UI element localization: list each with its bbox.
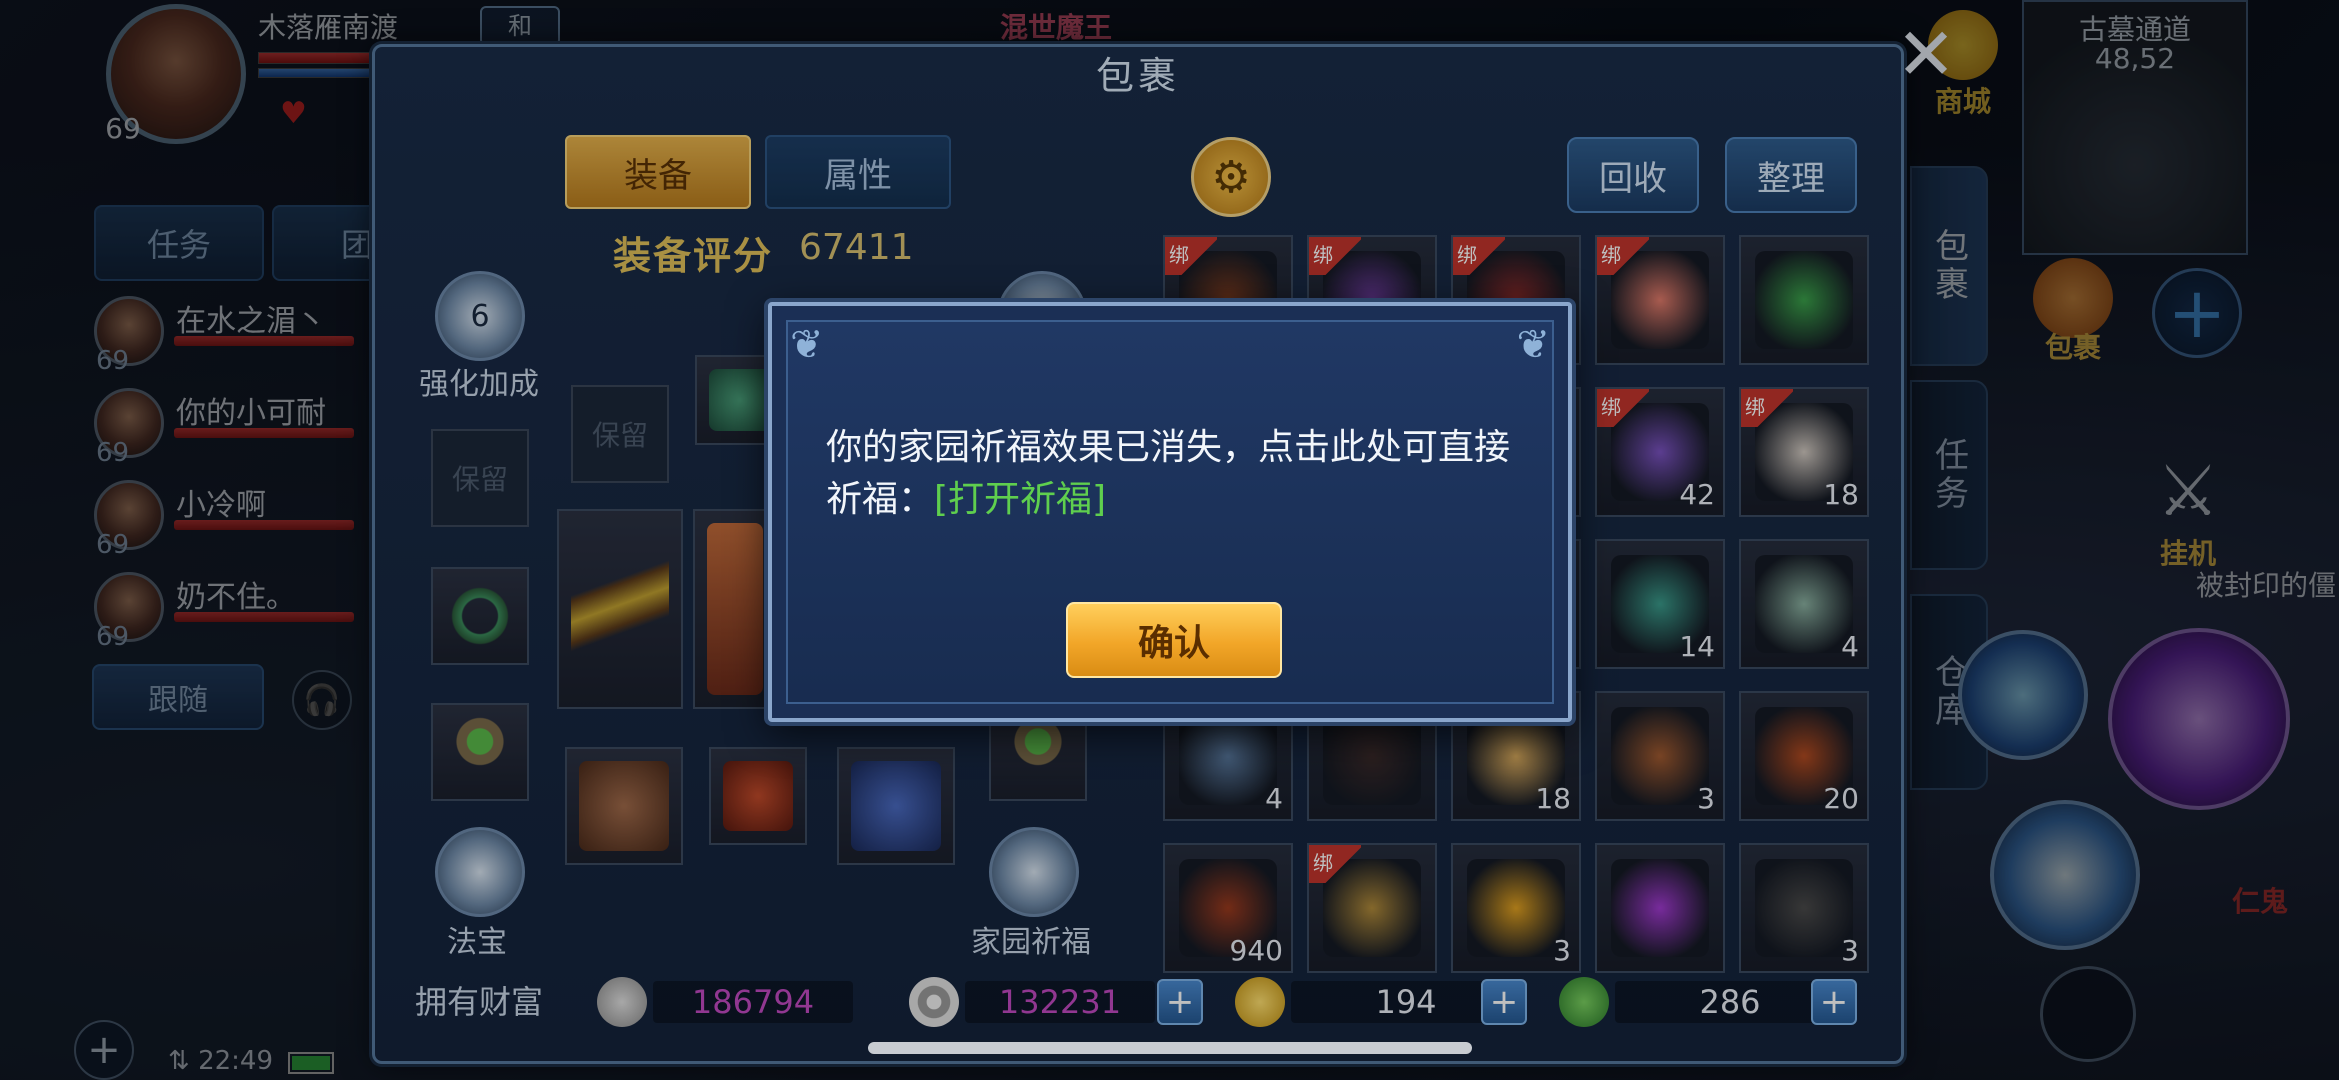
notice-dialog: ❦ ❦ 你的家园祈福效果已消失，点击此处可直接祈福：[打开祈福] 确认 bbox=[768, 302, 1572, 722]
home-indicator[interactable] bbox=[868, 1042, 1472, 1054]
open-blessing-link[interactable]: [打开祈福] bbox=[934, 479, 1106, 520]
corner-ornament-icon: ❦ bbox=[790, 322, 824, 368]
dialog-message[interactable]: 你的家园祈福效果已消失，点击此处可直接祈福：[打开祈福] bbox=[826, 422, 1526, 526]
confirm-button[interactable]: 确认 bbox=[1066, 602, 1282, 678]
dialog-text: 你的家园祈福效果已消失，点击此处可直接祈福： bbox=[826, 427, 1511, 520]
corner-ornament-icon: ❦ bbox=[1516, 322, 1550, 368]
